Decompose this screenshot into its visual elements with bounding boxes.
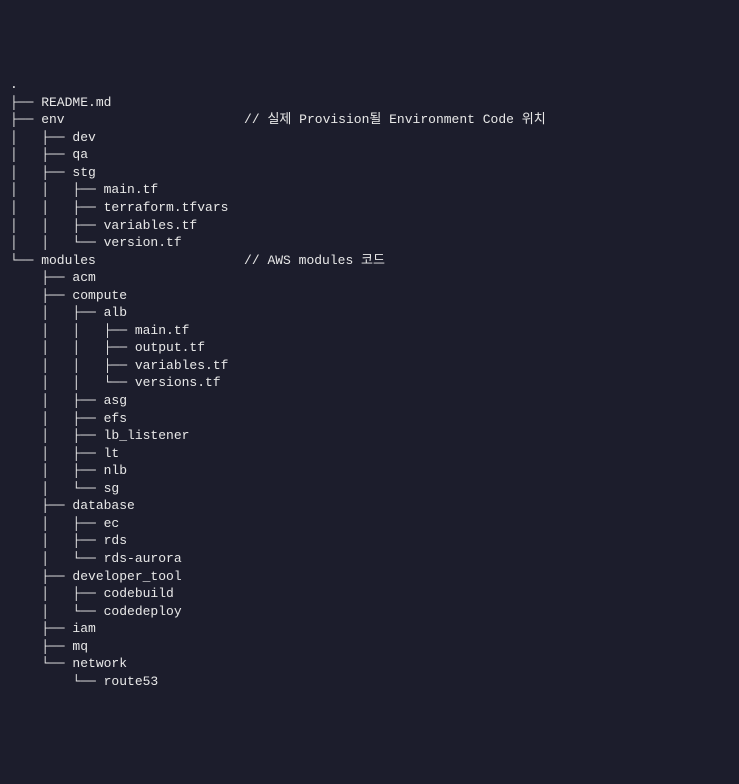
- tree-line: │ └── sg: [10, 480, 729, 498]
- tree-line: │ ├── alb: [10, 304, 729, 322]
- tree-line: │ │ ├── terraform.tfvars: [10, 199, 729, 217]
- tree-line: │ ├── lt: [10, 445, 729, 463]
- tree-line: │ │ ├── variables.tf: [10, 217, 729, 235]
- tree-line: │ ├── ec: [10, 515, 729, 533]
- tree-line: ├── README.md: [10, 94, 729, 112]
- tree-line: ├── database: [10, 497, 729, 515]
- tree-line: .: [10, 76, 729, 94]
- tree-line: │ ├── lb_listener: [10, 427, 729, 445]
- tree-line: ├── iam: [10, 620, 729, 638]
- tree-line: ├── developer_tool: [10, 568, 729, 586]
- tree-line: │ ├── rds: [10, 532, 729, 550]
- tree-line: │ │ └── version.tf: [10, 234, 729, 252]
- tree-line: ├── compute: [10, 287, 729, 305]
- tree-line: │ ├── stg: [10, 164, 729, 182]
- tree-line: ├── mq: [10, 638, 729, 656]
- tree-line: │ │ └── versions.tf: [10, 374, 729, 392]
- tree-line: │ ├── efs: [10, 410, 729, 428]
- tree-line: │ ├── codebuild: [10, 585, 729, 603]
- tree-line: │ └── codedeploy: [10, 603, 729, 621]
- tree-line: │ ├── qa: [10, 146, 729, 164]
- tree-line: │ │ ├── main.tf: [10, 322, 729, 340]
- tree-line: └── network: [10, 655, 729, 673]
- tree-line: ├── acm: [10, 269, 729, 287]
- tree-line: │ │ ├── output.tf: [10, 339, 729, 357]
- tree-output: .├── README.md├── env // 실제 Provision될 E…: [10, 76, 729, 690]
- tree-line: │ │ ├── variables.tf: [10, 357, 729, 375]
- tree-line: ├── env // 실제 Provision될 Environment Cod…: [10, 111, 729, 129]
- tree-line: │ ├── dev: [10, 129, 729, 147]
- tree-line: │ ├── nlb: [10, 462, 729, 480]
- tree-line: └── modules // AWS modules 코드: [10, 252, 729, 270]
- tree-line: │ │ ├── main.tf: [10, 181, 729, 199]
- tree-line: │ └── rds-aurora: [10, 550, 729, 568]
- tree-line: │ ├── asg: [10, 392, 729, 410]
- tree-line: └── route53: [10, 673, 729, 691]
